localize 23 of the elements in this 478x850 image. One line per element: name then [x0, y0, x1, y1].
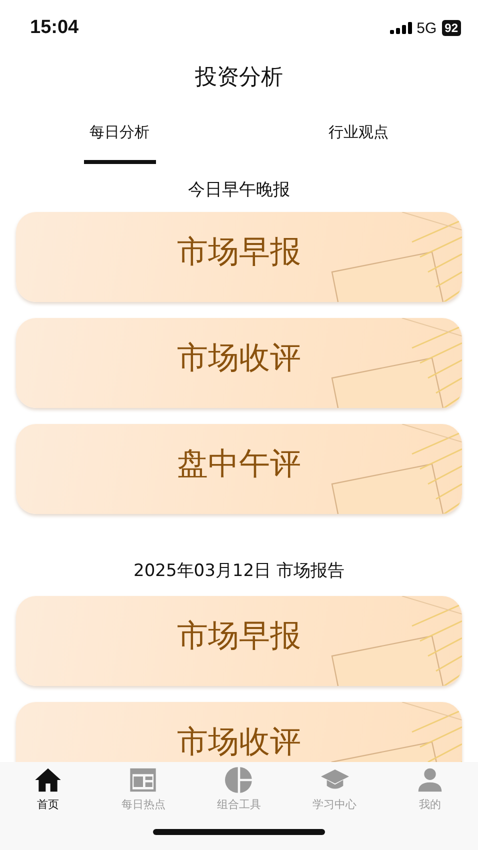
nav-tab[interactable]: 学习中心: [286, 766, 382, 812]
signal-icon: [390, 22, 412, 34]
page-title: 投资分析: [194, 64, 284, 92]
network-label: 5G: [416, 20, 437, 36]
report-card[interactable]: 市场收评: [16, 702, 462, 762]
section-heading: 今日早午晚报: [188, 179, 290, 202]
nav-tab[interactable]: 组合工具: [191, 766, 287, 812]
tab[interactable]: 每日分析: [84, 100, 156, 164]
newspaper-icon: [129, 766, 158, 794]
report-card[interactable]: 市场收评: [16, 318, 462, 408]
report-card[interactable]: 市场早报: [16, 596, 462, 686]
report-card[interactable]: 市场早报: [16, 212, 462, 302]
nav-tab[interactable]: 我的: [382, 766, 478, 812]
home-icon: [34, 766, 62, 794]
section-heading: 2025年03月12日 市场报告: [134, 560, 344, 583]
report-card[interactable]: 盘中午评: [16, 424, 462, 514]
pie-chart-icon: [224, 766, 253, 794]
battery-level: 92: [442, 20, 461, 36]
clock-time: 15:04: [30, 17, 79, 39]
nav-tab[interactable]: 每日热点: [96, 766, 192, 812]
nav-tab[interactable]: 首页: [0, 766, 96, 812]
tab[interactable]: 行业观点: [322, 100, 394, 164]
person-icon: [416, 766, 444, 794]
